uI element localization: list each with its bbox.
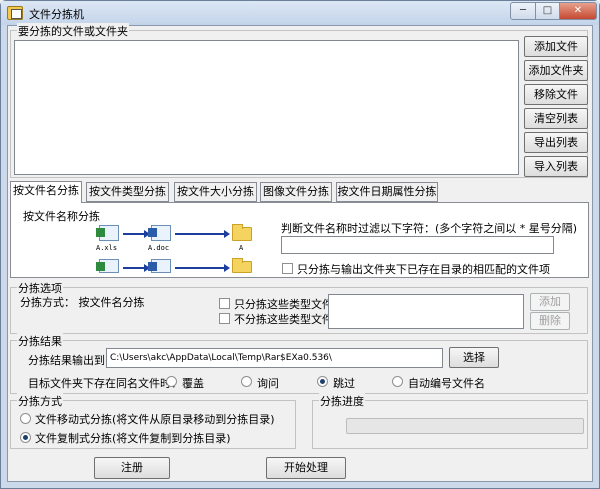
output-label: 分拣结果输出到：: [28, 354, 116, 367]
tab-by-filetype[interactable]: 按文件类型分拣: [86, 182, 169, 202]
conflict-label: 目标文件夹下存在同名文件时：: [28, 377, 182, 390]
mode-group-label: 分拣方式: [17, 393, 63, 409]
title-bar: 文件分拣机 ─ □ ✕: [1, 1, 599, 25]
conflict-overwrite-radio[interactable]: [166, 376, 177, 387]
add-type-button[interactable]: 添加: [530, 293, 570, 311]
import-list-button[interactable]: 导入列表: [524, 156, 588, 177]
app-window: 文件分拣机 ─ □ ✕ 要分拣的文件或文件夹 添加文件 添加文件夹 移除文件(夹…: [0, 0, 600, 489]
choose-button[interactable]: 选择: [449, 347, 499, 368]
only-existing-label: 只分拣与输出文件夹下已存在目录的相匹配的文件项: [297, 263, 550, 276]
exclude-types-checkbox[interactable]: [219, 313, 230, 324]
files-group-label: 要分拣的文件或文件夹: [17, 23, 129, 39]
tab-group-label: 按文件名称分拣: [23, 210, 100, 223]
arrow-icon: [123, 230, 150, 238]
tab-by-filesize[interactable]: 按文件大小分拣: [174, 182, 257, 202]
diagram-file1-label: A.xls: [96, 244, 118, 252]
mode-move-label: 文件移动式分拣(将文件从原目录移动到分拣目录): [35, 413, 275, 426]
add-folder-button[interactable]: 添加文件夹: [524, 60, 588, 81]
conflict-overwrite-label: 覆盖: [182, 377, 204, 390]
start-button[interactable]: 开始处理: [266, 457, 346, 479]
mode-copy-radio[interactable]: [20, 432, 31, 443]
doc-file-icon: [148, 259, 171, 273]
arrow-icon: [123, 264, 150, 272]
filter-label: 判断文件名称时过滤以下字符：(多个字符之间以 * 星号分隔): [281, 222, 578, 235]
tab-by-filename[interactable]: 按文件名分拣: [10, 181, 82, 203]
add-file-button[interactable]: 添加文件: [524, 36, 588, 57]
delete-type-button[interactable]: 删除: [530, 312, 570, 330]
conflict-autonumber-label: 自动编号文件名: [408, 377, 485, 390]
diagram-file2-label: A.doc: [148, 244, 170, 252]
app-icon: [7, 6, 23, 20]
progress-group-label: 分拣进度: [319, 393, 365, 409]
tab-panel: 按文件名称分拣 A.xls A.doc A 判断文件名称时过滤以下字符：(多个字…: [10, 202, 589, 278]
conflict-skip-label: 跳过: [333, 377, 355, 390]
method-text: 分拣方式： 按文件名分拣: [20, 296, 145, 309]
minimize-button[interactable]: ─: [510, 2, 536, 20]
folder-icon: [232, 224, 252, 241]
conflict-ask-label: 询问: [257, 377, 279, 390]
file-list[interactable]: [14, 40, 519, 175]
xls-file-icon: [96, 259, 119, 273]
conflict-skip-radio[interactable]: [317, 376, 328, 387]
output-path-input[interactable]: [106, 348, 443, 368]
register-button[interactable]: 注册: [94, 457, 170, 479]
only-existing-checkbox[interactable]: [282, 263, 293, 274]
progress-bar: [346, 418, 584, 434]
arrow-icon: [175, 264, 230, 272]
conflict-autonumber-radio[interactable]: [392, 376, 403, 387]
mode-move-radio[interactable]: [20, 413, 31, 424]
clear-list-button[interactable]: 清空列表: [524, 108, 588, 129]
type-list[interactable]: [328, 294, 524, 329]
window-title: 文件分拣机: [29, 8, 84, 21]
result-group-label: 分拣结果: [17, 333, 63, 349]
remove-file-button[interactable]: 移除文件(夹): [524, 84, 588, 121]
main-panel: 要分拣的文件或文件夹 添加文件 添加文件夹 移除文件(夹) 清空列表 导出列表 …: [7, 23, 593, 482]
close-button[interactable]: ✕: [559, 2, 597, 20]
mode-copy-label: 文件复制式分拣(将文件复制到分拣目录): [35, 432, 231, 445]
xls-file-icon: [96, 225, 119, 241]
tab-image-files[interactable]: 图像文件分拣: [260, 182, 332, 202]
maximize-button[interactable]: □: [535, 2, 560, 20]
diagram-folder-label: A: [239, 244, 244, 252]
doc-file-icon: [148, 225, 171, 241]
filter-input[interactable]: [281, 236, 554, 254]
folder-icon: [232, 258, 252, 273]
conflict-ask-radio[interactable]: [241, 376, 252, 387]
only-types-checkbox[interactable]: [219, 298, 230, 309]
tab-by-date[interactable]: 按文件日期属性分拣: [336, 182, 438, 202]
arrow-icon: [175, 230, 230, 238]
export-list-button[interactable]: 导出列表: [524, 132, 588, 153]
